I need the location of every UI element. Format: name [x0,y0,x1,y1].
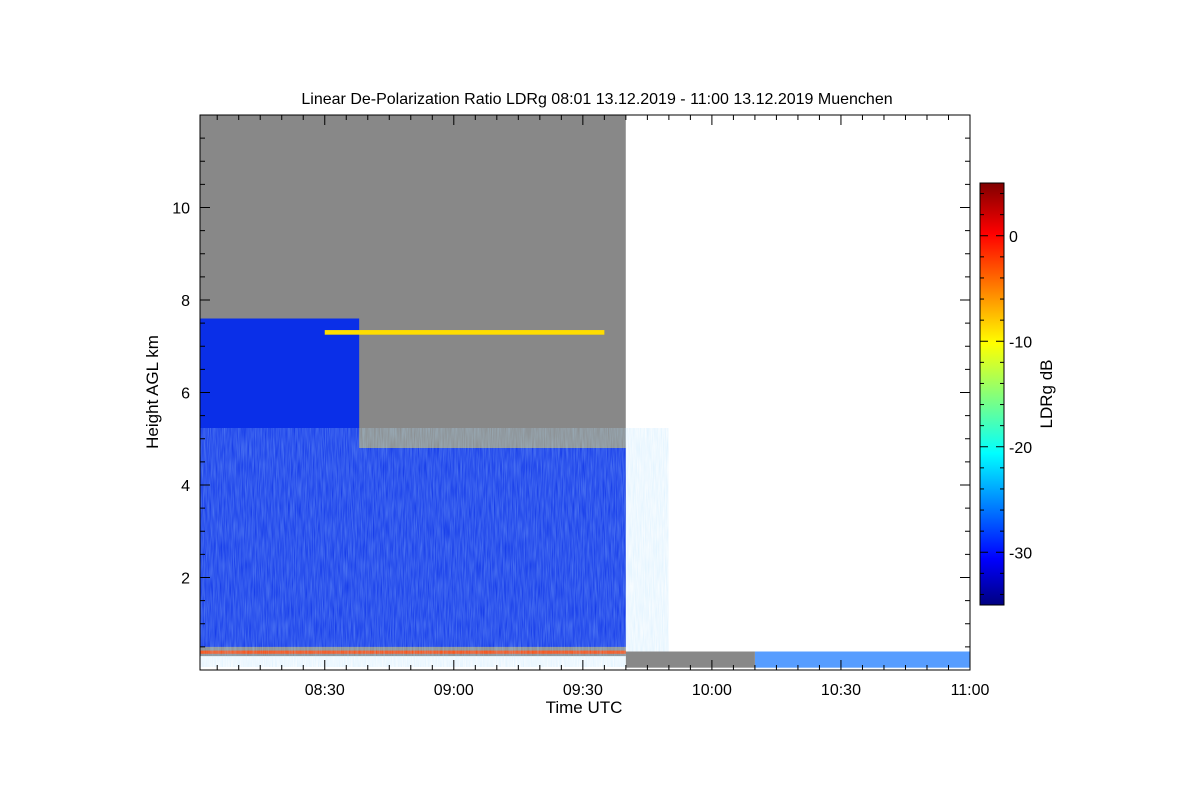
plot-area [200,115,970,668]
x-tick-label: 10:30 [821,682,861,699]
y-tick-label: 10 [172,201,190,218]
y-tick-label: 4 [181,478,190,495]
y-axis-label: Height AGL km [143,335,162,449]
y-tick-label: 6 [181,386,190,403]
colorbar-label: LDRg dB [1037,360,1056,429]
colorbar-tick-label: 0 [1009,229,1018,246]
chart-title: Linear De-Polarization Ratio LDRg 08:01 … [301,91,892,108]
x-tick-label: 08:30 [305,682,345,699]
colorbar [979,182,1005,606]
y-tick-label: 8 [181,293,190,310]
heatmap-region-4 [200,650,626,654]
cloud-texture [200,448,626,647]
x-axis-label: Time UTC [546,698,623,717]
colorbar-tick-label: -20 [1009,440,1032,457]
heatmap-region-3 [324,330,605,335]
heatmap-region-5 [625,115,970,652]
x-tick-label: 10:00 [692,682,732,699]
colorbar-tick-label: -30 [1009,545,1032,562]
x-tick-label: 11:00 [951,682,990,699]
ldr-heatmap-chart: Linear De-Polarization Ratio LDRg 08:01 … [143,91,1056,717]
x-tick-label: 09:30 [563,682,603,699]
x-tick-label: 09:00 [434,682,474,699]
y-tick-label: 2 [181,571,190,588]
colorbar-tick-label: -10 [1009,334,1032,351]
heatmap-region-2 [200,318,360,448]
